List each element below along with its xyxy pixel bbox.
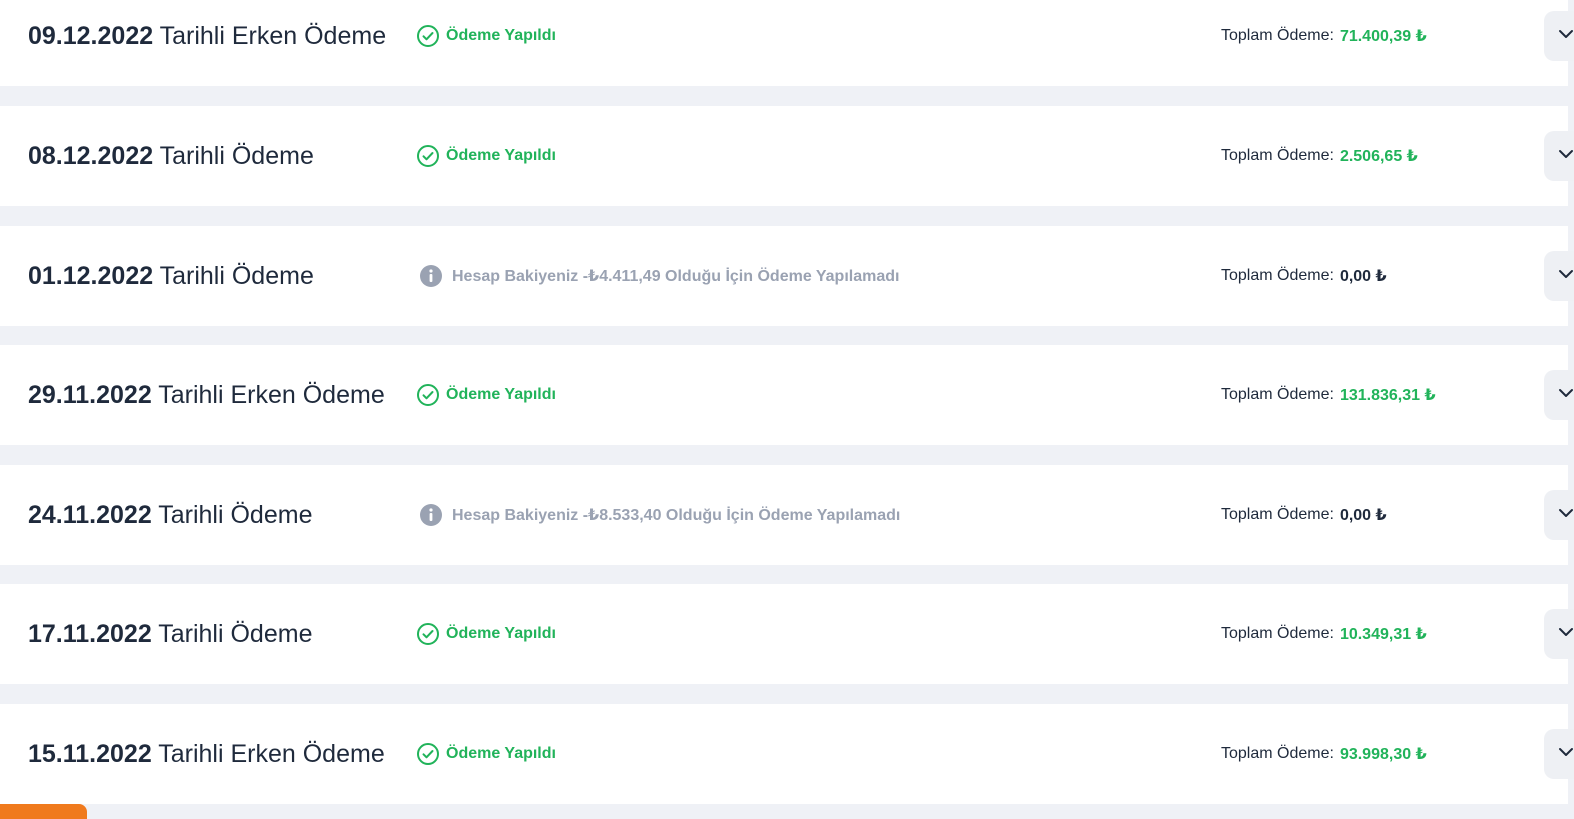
total-amount: 2.506,65 ₺ [1339,148,1418,165]
payment-total: Toplam Ödeme: 0,00 ₺ [1221,465,1387,565]
payment-row[interactable]: 29.11.2022 Tarihli Erken Ödeme Ödeme Yap… [0,345,1574,445]
payment-total: Toplam Ödeme: 10.349,31 ₺ [1221,584,1427,684]
total-label: Toplam Ödeme: [1221,506,1334,523]
payment-status-text: Ödeme Yapıldı [446,625,556,642]
payment-status: Ödeme Yapıldı [416,345,556,445]
payment-type: Tarihli Erken Ödeme [153,22,387,50]
expand-row-button[interactable] [1544,251,1574,301]
total-amount: 131.836,31 ₺ [1339,387,1436,404]
expand-row-button[interactable] [1544,490,1574,540]
info-circle-icon [419,264,443,288]
payment-type: Tarihli Ödeme [153,142,314,170]
payment-status-text: Ödeme Yapıldı [446,147,556,164]
payment-row[interactable]: 15.11.2022 Tarihli Erken Ödeme Ödeme Yap… [0,704,1574,804]
payment-title: 17.11.2022 Tarihli Ödeme [28,584,312,684]
check-circle-icon [416,24,440,48]
payment-total: Toplam Ödeme: 2.506,65 ₺ [1221,106,1418,206]
payment-row[interactable]: 01.12.2022 Tarihli Ödeme Hesap Bakiyeniz… [0,226,1574,326]
chevron-down-icon [1558,624,1574,645]
payment-row[interactable]: 24.11.2022 Tarihli Ödeme Hesap Bakiyeniz… [0,465,1574,565]
chevron-down-icon [1558,744,1574,765]
total-amount: 0,00 ₺ [1339,507,1387,524]
payment-title: 15.11.2022 Tarihli Erken Ödeme [28,704,385,804]
check-circle-icon [416,622,440,646]
chevron-down-icon [1558,505,1574,526]
payment-title: 29.11.2022 Tarihli Erken Ödeme [28,345,385,445]
payment-row[interactable]: 09.12.2022 Tarihli Erken Ödeme Ödeme Yap… [0,0,1574,86]
payment-status-text: Hesap Bakiyeniz -₺8.533,40 Olduğu İçin Ö… [452,507,901,524]
payment-status-text: Ödeme Yapıldı [446,745,556,762]
total-label: Toplam Ödeme: [1221,27,1334,44]
payment-status: Ödeme Yapıldı [416,584,556,684]
payment-type: Tarihli Erken Ödeme [151,740,385,768]
payment-type: Tarihli Ödeme [151,620,313,648]
total-amount: 93.998,30 ₺ [1339,746,1427,763]
check-circle-icon [416,742,440,766]
payment-row[interactable]: 08.12.2022 Tarihli Ödeme Ödeme Yapıldı T… [0,106,1574,206]
payment-status: Ödeme Yapıldı [416,106,556,206]
payment-date: 17.11.2022 [28,620,152,648]
chevron-down-icon [1558,385,1574,406]
payment-row[interactable]: 17.11.2022 Tarihli Ödeme Ödeme Yapıldı T… [0,584,1574,684]
total-label: Toplam Ödeme: [1221,745,1334,762]
payment-status-text: Hesap Bakiyeniz -₺4.411,49 Olduğu İçin Ö… [452,268,900,285]
payment-date: 08.12.2022 [28,142,154,170]
payment-status-text: Ödeme Yapıldı [446,386,556,403]
total-label: Toplam Ödeme: [1221,147,1334,164]
info-circle-icon [419,503,443,527]
total-label: Toplam Ödeme: [1221,386,1334,403]
floating-tab[interactable] [0,804,87,819]
check-circle-icon [416,383,440,407]
payment-title: 24.11.2022 Tarihli Ödeme [28,465,312,565]
payment-title: 09.12.2022 Tarihli Erken Ödeme [28,0,386,86]
total-amount: 71.400,39 ₺ [1339,28,1427,45]
chevron-down-icon [1558,146,1574,167]
payment-title: 01.12.2022 Tarihli Ödeme [28,226,314,326]
payment-status-text: Ödeme Yapıldı [446,27,556,44]
payment-total: Toplam Ödeme: 71.400,39 ₺ [1221,0,1427,86]
total-label: Toplam Ödeme: [1221,625,1334,642]
payment-history-list: 09.12.2022 Tarihli Erken Ödeme Ödeme Yap… [0,0,1574,819]
expand-row-button[interactable] [1544,729,1574,779]
payment-status: Ödeme Yapıldı [416,0,556,86]
payment-status: Hesap Bakiyeniz -₺4.411,49 Olduğu İçin Ö… [419,226,899,326]
total-amount: 0,00 ₺ [1339,268,1387,285]
payment-date: 29.11.2022 [28,381,152,409]
expand-row-button[interactable] [1544,131,1574,181]
payment-status: Ödeme Yapıldı [416,704,556,804]
expand-row-button[interactable] [1544,370,1574,420]
payment-type: Tarihli Ödeme [153,262,314,290]
payment-total: Toplam Ödeme: 131.836,31 ₺ [1221,345,1436,445]
expand-row-button[interactable] [1544,609,1574,659]
chevron-down-icon [1558,266,1574,287]
payment-type: Tarihli Ödeme [151,501,313,529]
chevron-down-icon [1558,26,1574,47]
payment-title: 08.12.2022 Tarihli Ödeme [28,106,314,206]
payment-date: 09.12.2022 [28,22,154,50]
payment-date: 24.11.2022 [28,501,152,529]
total-label: Toplam Ödeme: [1221,267,1334,284]
payment-total: Toplam Ödeme: 0,00 ₺ [1221,226,1387,326]
total-amount: 10.349,31 ₺ [1339,626,1427,643]
payment-status: Hesap Bakiyeniz -₺8.533,40 Olduğu İçin Ö… [419,465,900,565]
payment-date: 15.11.2022 [28,740,152,768]
expand-row-button[interactable] [1544,11,1574,61]
payment-total: Toplam Ödeme: 93.998,30 ₺ [1221,704,1427,804]
payment-date: 01.12.2022 [28,262,154,290]
payment-type: Tarihli Erken Ödeme [151,381,385,409]
check-circle-icon [416,144,440,168]
